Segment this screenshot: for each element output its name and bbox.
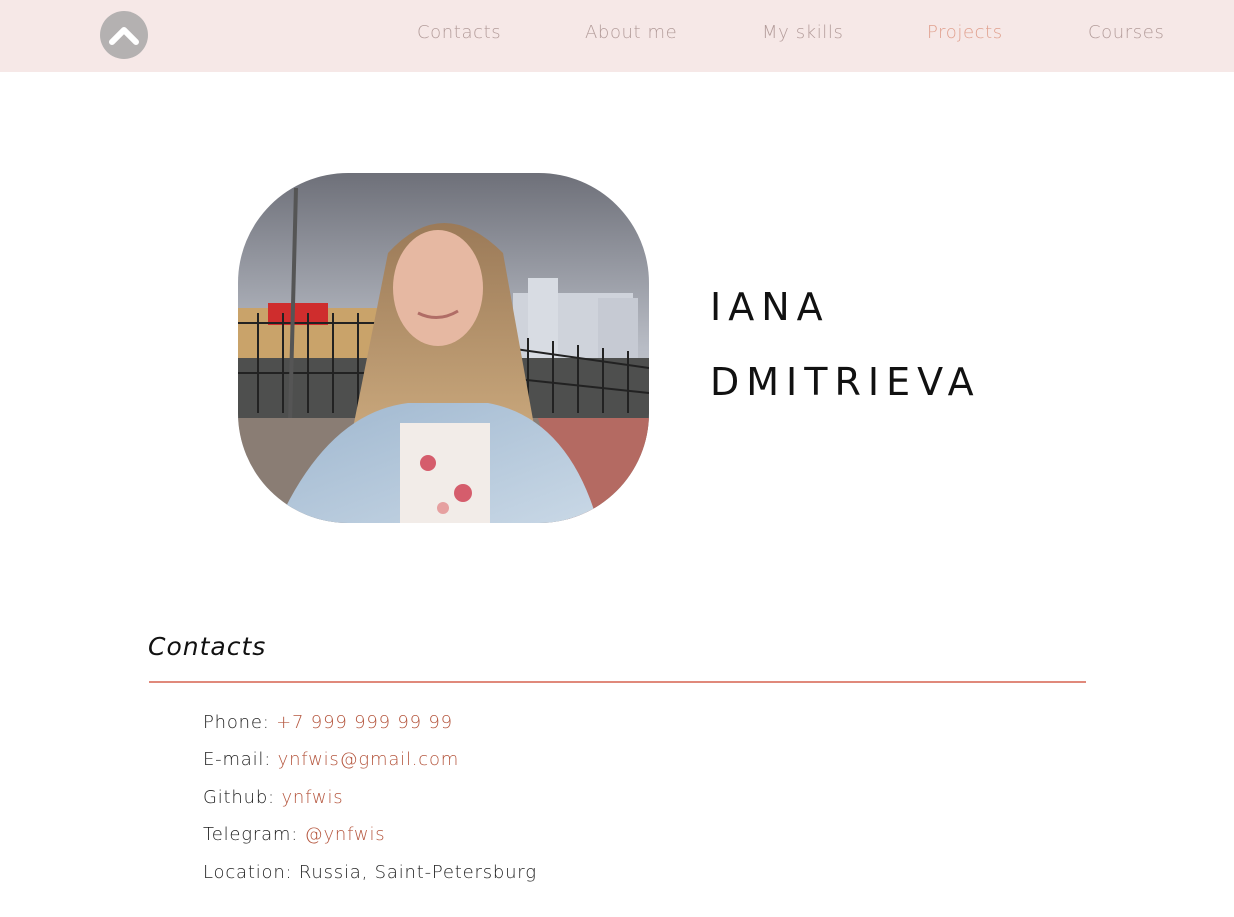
- email-link[interactable]: ynfwis@gmail.com: [278, 749, 460, 770]
- contact-row-location: Location: Russia, Saint-Petersburg: [203, 862, 537, 883]
- location-value: Russia, Saint-Petersburg: [298, 862, 537, 883]
- nav-link-courses[interactable]: Courses: [1088, 22, 1164, 43]
- scroll-to-top-button[interactable]: [100, 11, 148, 59]
- chevron-up-icon: [109, 27, 139, 45]
- section-divider: [149, 681, 1086, 683]
- hero-first-name: IANA: [710, 285, 830, 329]
- contact-row-email: E-mail: ynfwis@gmail.com: [203, 749, 459, 770]
- github-label: Github:: [203, 787, 282, 808]
- contact-row-phone: Phone: +7 999 999 99 99: [203, 712, 453, 733]
- nav-link-projects[interactable]: Projects: [927, 22, 1003, 43]
- nav-link-about-me[interactable]: About me: [585, 22, 677, 43]
- phone-label: Phone:: [203, 712, 277, 733]
- profile-photo: [238, 173, 649, 523]
- telegram-label: Telegram:: [203, 824, 305, 845]
- email-label: E-mail:: [203, 749, 278, 770]
- contacts-heading: Contacts: [148, 632, 267, 661]
- contact-row-github: Github: ynfwis: [203, 787, 343, 808]
- nav-link-my-skills[interactable]: My skills: [762, 22, 844, 43]
- hero-last-name: DMITRIEVA: [710, 360, 981, 404]
- contact-row-telegram: Telegram: @ynfwis: [203, 824, 385, 845]
- location-label: Location:: [203, 862, 299, 883]
- phone-link[interactable]: +7 999 999 99 99: [276, 712, 453, 733]
- telegram-link[interactable]: @ynfwis: [305, 824, 386, 845]
- github-link[interactable]: ynfwis: [281, 787, 343, 808]
- nav-link-contacts[interactable]: Contacts: [417, 22, 501, 43]
- top-navigation-bar: Contacts About me My skills Projects Cou…: [0, 0, 1234, 72]
